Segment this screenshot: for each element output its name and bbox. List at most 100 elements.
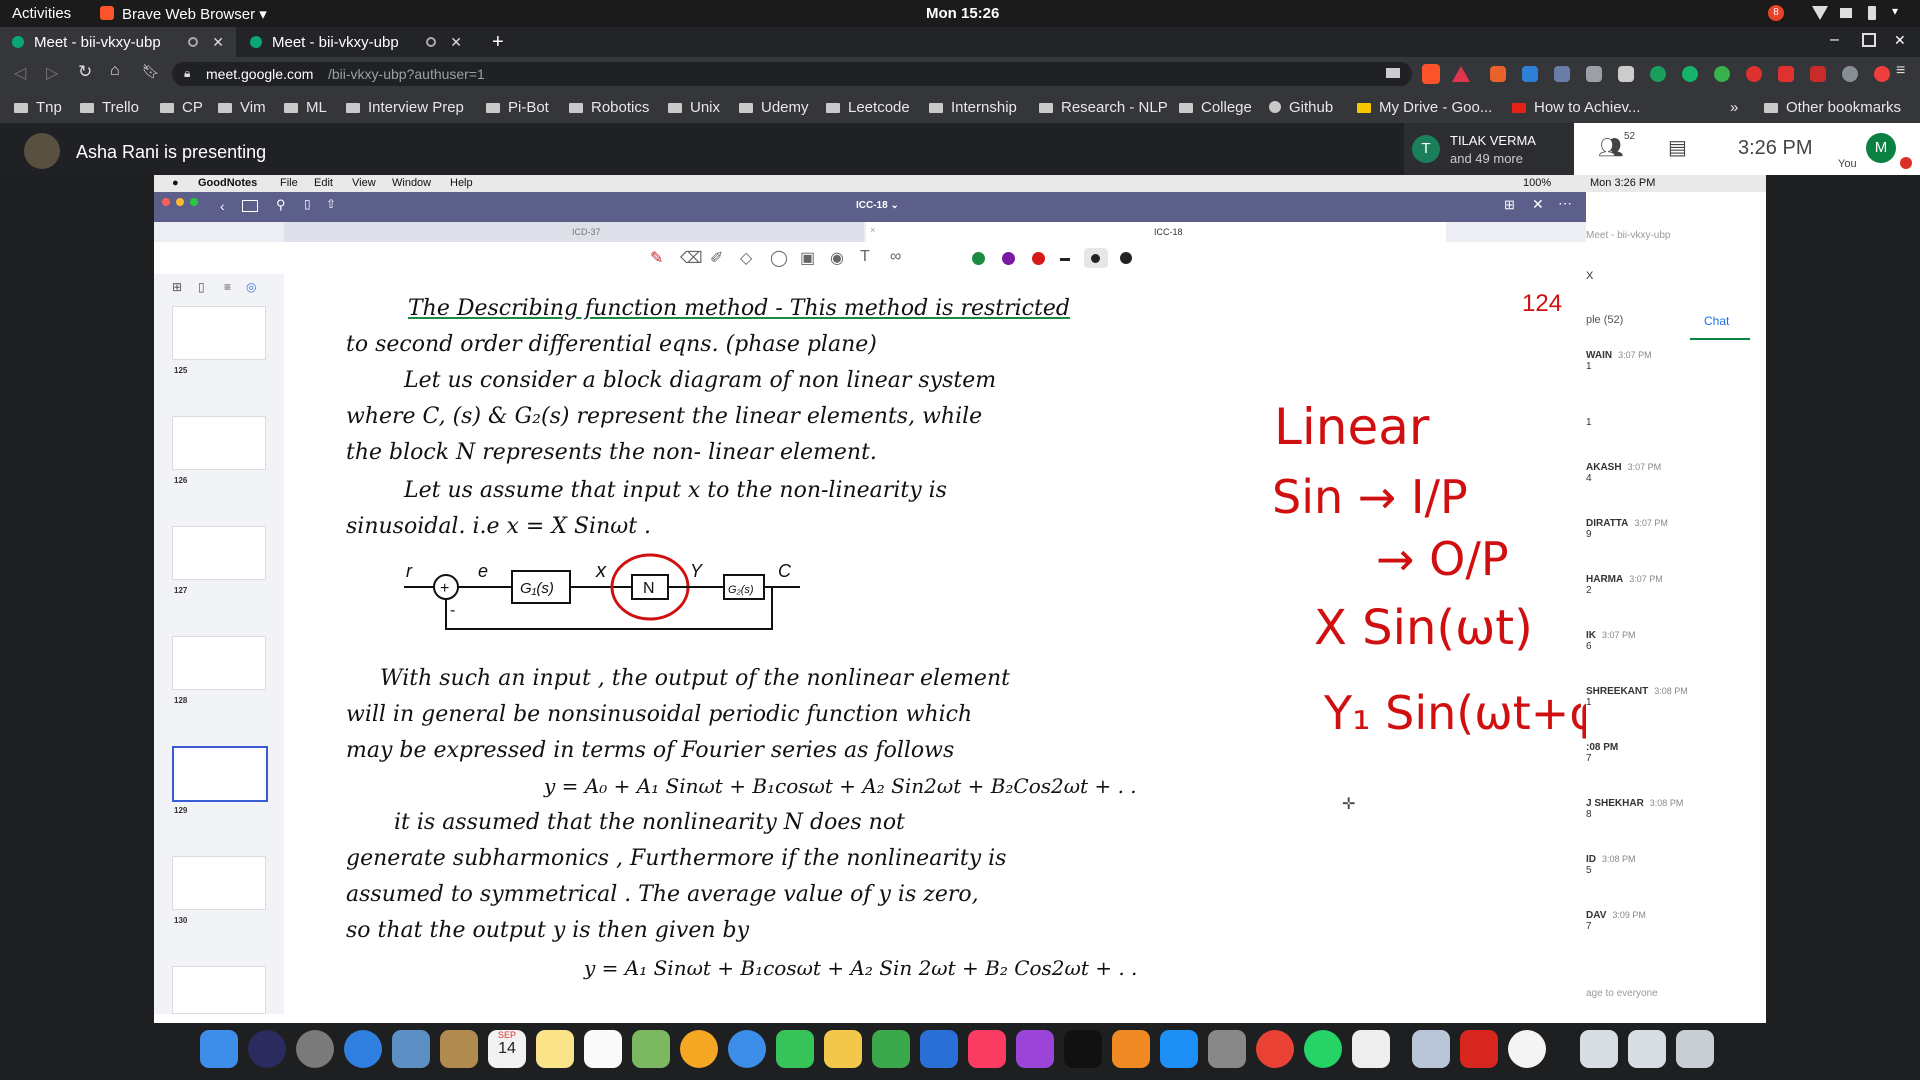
forward-icon[interactable]: ▷	[46, 63, 58, 83]
label-n: N	[643, 580, 655, 597]
folder-icon	[160, 103, 174, 113]
grammarly-icon[interactable]	[1650, 66, 1666, 82]
notification-badge[interactable]: 8	[1768, 5, 1784, 21]
panel-tab-label: Meet - bii-vkxy-ubp	[1586, 230, 1671, 241]
bookmark-folder[interactable]: College	[1179, 99, 1252, 116]
reminders-icon	[584, 1030, 622, 1068]
extension-icon[interactable]	[1554, 66, 1570, 82]
folder-icon	[826, 103, 840, 113]
note-line: to second order differential eqns. (phas…	[346, 332, 877, 357]
volume-icon[interactable]	[1840, 8, 1852, 18]
browser-menu-icon[interactable]: ≡	[1896, 62, 1905, 80]
extension-icon[interactable]	[1586, 66, 1602, 82]
bookmark-folder[interactable]: Unix	[668, 99, 720, 116]
chat-input-placeholder: age to everyone	[1586, 988, 1658, 999]
minimize-window-button[interactable]: –	[1830, 31, 1839, 49]
bookmark-youtube[interactable]: How to Achiev...	[1512, 99, 1640, 116]
bookmark-folder[interactable]: Udemy	[739, 99, 809, 116]
cursor-crosshair-icon: ✛	[1342, 796, 1356, 813]
bookmark-github[interactable]: Github	[1269, 99, 1333, 116]
shared-meet-panel: Meet - bii-vkxy-ubp X ple (52) Chat WAIN…	[1586, 192, 1766, 1022]
bookmark-drive[interactable]: My Drive - Goo...	[1357, 99, 1492, 116]
grammarly-icon[interactable]	[1682, 66, 1698, 82]
safari-icon	[344, 1030, 382, 1068]
camera-in-use-icon[interactable]	[1386, 68, 1400, 78]
os-clock[interactable]: Mon 15:26	[926, 5, 999, 22]
label-x: x	[595, 560, 607, 582]
pen-toolbar: ✎ ⌫ ✐ ◇ ◯ ▣ ◉ T ∞	[284, 242, 1586, 274]
bookmark-folder[interactable]: Research - NLP	[1039, 99, 1168, 116]
bookmark-folder[interactable]: CP	[160, 99, 203, 116]
bookmark-folder[interactable]: Internship	[929, 99, 1017, 116]
note-line: will in general be nonsinusoidal periodi…	[346, 702, 973, 727]
pages-icon	[824, 1030, 862, 1068]
extension-icon[interactable]	[1778, 66, 1794, 82]
mac-menu-edit: Edit	[314, 177, 333, 189]
bookmark-folder[interactable]: ML	[284, 99, 327, 116]
activities-button[interactable]: Activities	[12, 5, 71, 22]
chat-row: :08 PM 7	[1586, 742, 1619, 764]
bookmark-folder[interactable]: Pi-Bot	[486, 99, 549, 116]
folder-icon	[739, 103, 753, 113]
bookmark-folder[interactable]: Interview Prep	[346, 99, 464, 116]
browser-tab-2[interactable]: Meet - bii-vkxy-ubp ✕	[238, 27, 474, 57]
brave-icon	[100, 6, 114, 20]
participant-tile[interactable]: T TILAK VERMA and 49 more	[1404, 123, 1574, 175]
add-extension-icon[interactable]	[1714, 66, 1730, 82]
folder-icon	[486, 103, 500, 113]
link-icon: ∞	[890, 248, 902, 265]
mac-menu-view: View	[352, 177, 376, 189]
battery-icon[interactable]	[1868, 6, 1876, 20]
other-bookmarks[interactable]: Other bookmarks	[1764, 99, 1901, 116]
color-purple	[1002, 252, 1015, 265]
chat-icon[interactable]: ▤	[1668, 135, 1687, 160]
extension-icon[interactable]	[1874, 66, 1890, 82]
bookmark-folder[interactable]: Vim	[218, 99, 266, 116]
mail-icon	[392, 1030, 430, 1068]
presenter-label: Asha Rani is presenting	[76, 142, 267, 162]
address-bar[interactable]: 🔒︎ meet.google.com /bii-vkxy-ubp?authuse…	[172, 62, 1412, 86]
reload-icon[interactable]: ↻	[78, 62, 92, 82]
close-window-button[interactable]: ✕	[1894, 32, 1906, 49]
back-icon[interactable]: ◁	[14, 63, 26, 83]
wifi-icon[interactable]	[1812, 6, 1828, 20]
keynote-icon	[920, 1030, 958, 1068]
maximize-window-button[interactable]	[1862, 33, 1876, 47]
note-line: generate subharmonics , Furthermore if t…	[346, 846, 1007, 871]
brave-rewards-icon[interactable]	[1452, 66, 1470, 82]
close-tab-icon[interactable]: ✕	[212, 34, 224, 51]
app-menu[interactable]: Brave Web Browser ▾	[122, 5, 267, 23]
people-icon[interactable]: 👥︎	[1598, 135, 1623, 160]
brave-shields-icon[interactable]	[1422, 64, 1440, 84]
user-avatar[interactable]: M	[1866, 133, 1896, 163]
panel-chat-tab: Chat	[1704, 314, 1730, 328]
translate-extension-icon[interactable]	[1522, 66, 1538, 82]
extension-icon[interactable]	[1810, 66, 1826, 82]
note-line: Let us assume that input x to the non-li…	[404, 478, 947, 503]
bookmark-folder[interactable]: Leetcode	[826, 99, 910, 116]
note-page: 124 The Describing function method - Thi…	[284, 274, 1618, 1014]
bookmark-page-icon[interactable]: 🔖︎	[142, 63, 160, 80]
document-title: ICC-18 ⌄	[856, 200, 899, 211]
label-e: e	[478, 561, 488, 581]
system-menu-icon[interactable]: ▾	[1892, 4, 1898, 18]
extension-icon[interactable]	[1842, 66, 1858, 82]
bookmark-folder[interactable]: Robotics	[569, 99, 649, 116]
home-icon[interactable]: ⌂	[110, 62, 120, 80]
mac-battery: 100%	[1523, 177, 1552, 189]
extension-icon[interactable]	[1490, 66, 1506, 82]
bookmark-folder[interactable]: Tnp	[14, 99, 62, 116]
browser-tab-1[interactable]: Meet - bii-vkxy-ubp ✕	[0, 27, 236, 57]
bookmarks-overflow[interactable]: »	[1730, 99, 1738, 116]
bookmark-folder[interactable]: Trello	[80, 99, 139, 116]
folder-icon	[569, 103, 583, 113]
you-label: You	[1838, 158, 1857, 170]
doc-tab-active: × ICC-18	[866, 222, 1446, 242]
extension-icon[interactable]	[1618, 66, 1634, 82]
app-store-icon	[1160, 1030, 1198, 1068]
extension-icon[interactable]	[1746, 66, 1762, 82]
close-tab-icon[interactable]: ✕	[450, 34, 462, 51]
new-tab-button[interactable]: +	[492, 31, 504, 54]
label-c: C	[778, 561, 792, 581]
contacts-icon	[440, 1030, 478, 1068]
